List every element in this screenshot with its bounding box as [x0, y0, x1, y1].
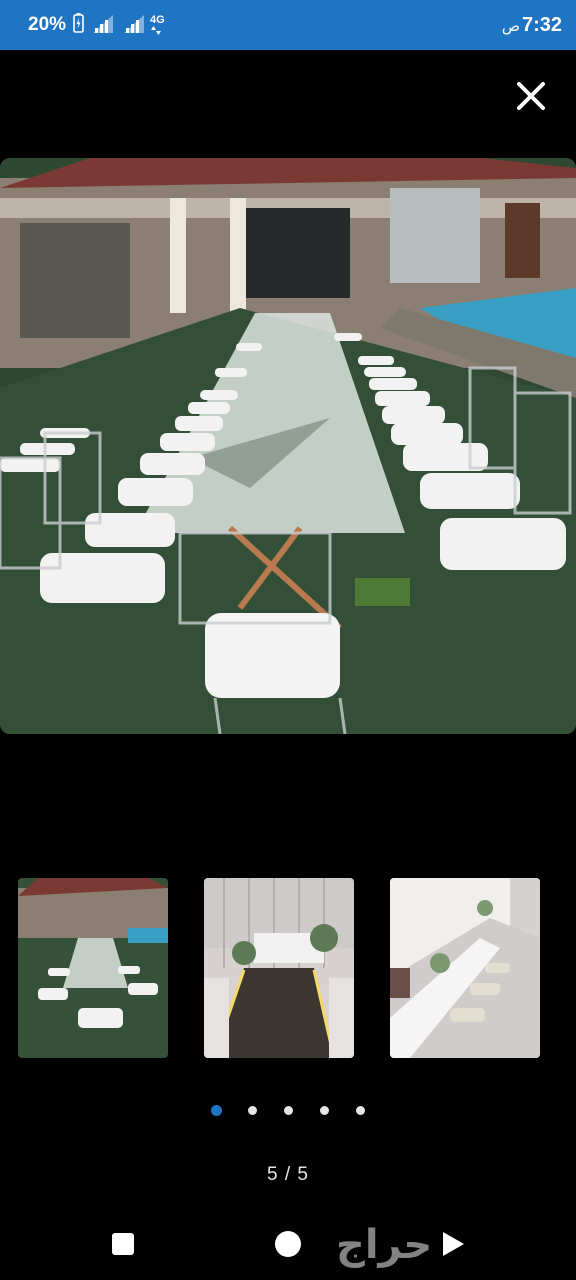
status-bar: 20% 4G ص 7:32 — [0, 0, 576, 50]
network-indicator: 4G — [148, 15, 165, 35]
thumbnail-strip — [0, 878, 576, 1058]
network-type-label: 4G — [150, 14, 165, 26]
close-button[interactable] — [510, 75, 552, 117]
close-icon — [517, 82, 545, 110]
pager-dot-4[interactable] — [320, 1106, 329, 1115]
recents-square-icon[interactable] — [112, 1233, 134, 1255]
thumbnail-2[interactable] — [204, 878, 354, 1058]
battery-percent: 20% — [28, 14, 67, 35]
pager-dots — [0, 1105, 576, 1118]
thumbnail-2-image — [204, 878, 354, 1058]
status-time: ص 7:32 — [502, 14, 562, 37]
thumbnail-3[interactable] — [390, 878, 540, 1058]
back-triangle-icon[interactable] — [440, 1230, 466, 1263]
ampm-label: ص — [501, 17, 520, 35]
thumbnail-3-image — [390, 878, 540, 1058]
signal-sim2-icon — [124, 13, 146, 38]
pager-dot-2[interactable] — [248, 1106, 257, 1115]
thumbnail-1[interactable] — [18, 878, 168, 1058]
home-circle-icon[interactable] — [275, 1231, 301, 1257]
clock-label: 7:32 — [521, 13, 562, 36]
event-chairs-photo — [0, 158, 576, 734]
image-counter: 5 / 5 — [267, 1164, 309, 1185]
main-photo[interactable] — [0, 158, 576, 734]
pager-dot-3[interactable] — [284, 1106, 293, 1115]
battery-charging-icon — [73, 12, 84, 38]
data-arrows-icon — [151, 26, 162, 35]
signal-sim1-icon — [93, 13, 115, 38]
pager-dot-1[interactable] — [211, 1105, 222, 1116]
thumbnail-1-image — [18, 878, 168, 1058]
brand-logo: حراج — [336, 1223, 433, 1267]
pager-dot-5[interactable] — [356, 1106, 365, 1115]
